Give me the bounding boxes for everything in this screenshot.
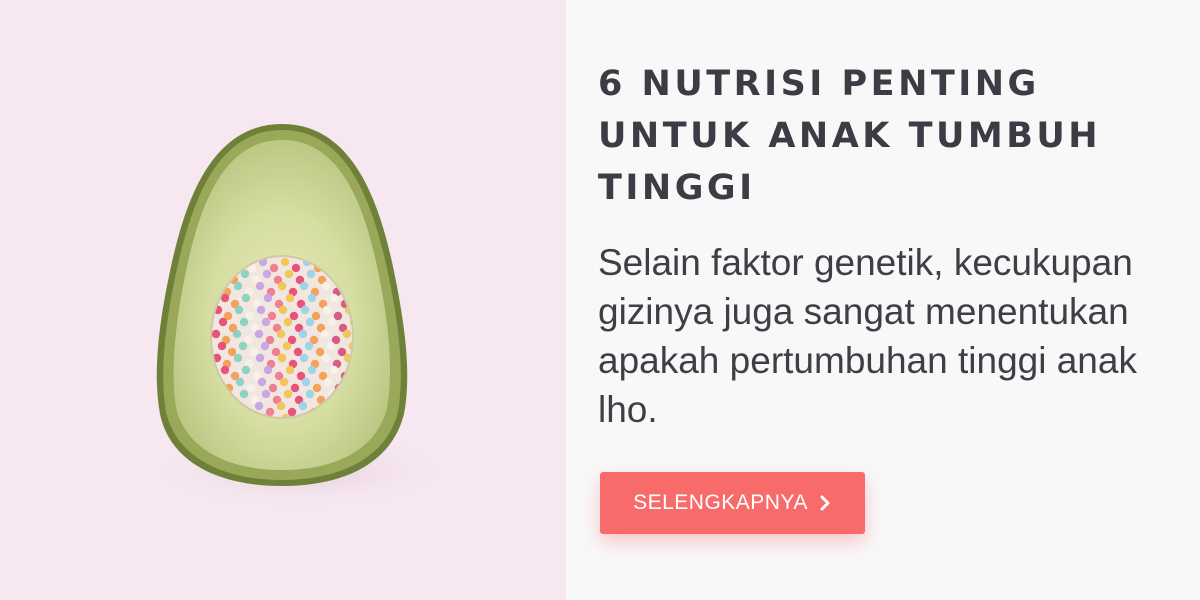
read-more-button[interactable]: SELENGKAPNYA bbox=[600, 472, 865, 534]
promo-banner: 6 NUTRISI PENTING UNTUK ANAK TUMBUH TING… bbox=[0, 0, 1200, 600]
content-panel: 6 NUTRISI PENTING UNTUK ANAK TUMBUH TING… bbox=[566, 0, 1200, 600]
read-more-label: SELENGKAPNYA bbox=[633, 491, 808, 514]
article-title: 6 NUTRISI PENTING UNTUK ANAK TUMBUH TING… bbox=[598, 64, 1102, 208]
article-summary: Selain faktor genetik, kecukupan gizinya… bbox=[598, 242, 1137, 430]
avocado-illustration bbox=[150, 124, 450, 510]
avocado-photo bbox=[0, 0, 566, 600]
chevron-right-icon bbox=[818, 495, 832, 511]
